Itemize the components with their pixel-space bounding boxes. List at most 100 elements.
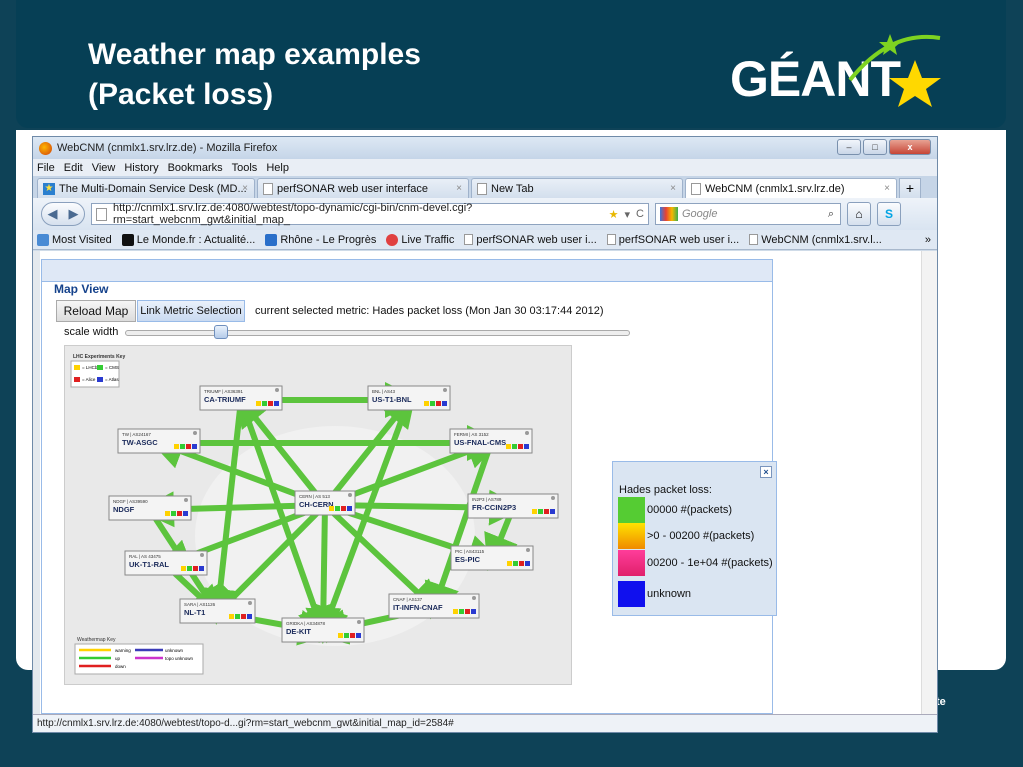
forward-arrow-icon[interactable]: ▶: [69, 206, 79, 222]
map-node-ral[interactable]: RAL | AS 43475UK-T1-RAL: [124, 550, 208, 576]
experiment-badge: [247, 614, 252, 619]
bookmarks-bar: Most Visited Le Monde.fr : Actualité... …: [33, 230, 937, 250]
bookmark-perfsonar-1[interactable]: perfSONAR web user i...: [464, 234, 597, 246]
reload-icon[interactable]: C: [636, 208, 644, 221]
map-node-pic[interactable]: PIC | AS43115ES-PIC: [450, 545, 534, 571]
tab-perfsonar[interactable]: perfSONAR web user interface ×: [257, 178, 469, 198]
wm-key-warning: warning: [115, 648, 131, 653]
experiment-badge: [347, 506, 352, 511]
map-node-cnaf[interactable]: CNAF | AS137IT-INFN-CNAF: [388, 593, 480, 619]
map-node-bnl[interactable]: BNL | AS43US-T1-BNL: [367, 385, 451, 411]
experiment-badge: [544, 509, 549, 514]
menu-edit[interactable]: Edit: [64, 162, 83, 174]
node-info-icon[interactable]: [200, 553, 204, 557]
node-info-icon[interactable]: [526, 548, 530, 552]
close-button[interactable]: x: [889, 139, 931, 155]
vertical-scrollbar[interactable]: [921, 251, 937, 714]
node-info-icon[interactable]: [193, 431, 197, 435]
experiment-badge: [518, 444, 523, 449]
url-bar[interactable]: http://cnmlx1.srv.lrz.de:4080/webtest/to…: [91, 202, 649, 226]
experiment-badge: [177, 511, 182, 516]
tab-close-icon[interactable]: ×: [456, 183, 462, 194]
back-forward-buttons[interactable]: ◀ ▶: [41, 202, 85, 226]
experiment-badge: [471, 609, 476, 614]
map-node-in2p3[interactable]: IN2P3 | AS789FR-CCIN2P3: [467, 493, 559, 519]
maximize-button[interactable]: □: [863, 139, 887, 155]
search-box[interactable]: Google ⌕: [655, 203, 841, 225]
experiment-badge: [183, 511, 188, 516]
experiment-badge: [465, 609, 470, 614]
bookmark-perfsonar-2[interactable]: perfSONAR web user i...: [606, 234, 739, 246]
bookmark-progres[interactable]: Rhône - Le Progrès: [265, 233, 376, 246]
bookmark-most-visited[interactable]: Most Visited: [37, 233, 112, 246]
search-icon[interactable]: ⌕: [828, 208, 834, 221]
experiment-badge: [506, 444, 511, 449]
node-info-icon[interactable]: [348, 493, 352, 497]
experiment-badge: [180, 444, 185, 449]
node-sublabel: NDGF | AS39590: [113, 499, 148, 504]
map-node-tw[interactable]: TW | AS24167TW-ASGC: [117, 428, 201, 454]
more-bookmarks-icon[interactable]: »: [925, 234, 931, 246]
link-metric-selection-button[interactable]: Link Metric Selection: [137, 300, 245, 322]
menu-bookmarks[interactable]: Bookmarks: [168, 162, 223, 174]
map-node-fermi[interactable]: FERMI | AS 3152US-FNAL-CMS: [449, 428, 533, 454]
node-info-icon[interactable]: [275, 388, 279, 392]
lemonde-icon: [121, 233, 134, 246]
map-link-cern-gridka[interactable]: [305, 504, 342, 644]
skype-icon[interactable]: S: [877, 202, 901, 226]
node-info-icon[interactable]: [357, 620, 361, 624]
bookmark-star-icon[interactable]: ★: [609, 208, 619, 221]
page-content: Map View Reload Map Link Metric Selectio…: [33, 251, 937, 714]
menu-view[interactable]: View: [92, 162, 116, 174]
globe-icon: [37, 233, 49, 246]
weather-map-svg[interactable]: TRIUMF | AS36391CA-TRIUMF BNL | AS43US-T1…: [65, 346, 571, 684]
tab-label: New Tab: [491, 182, 534, 195]
map-node-gridka[interactable]: GRIDKA | AS34878DE-KIT: [281, 617, 365, 643]
bookmark-lemonde[interactable]: Le Monde.fr : Actualité...: [121, 233, 255, 246]
left-gutter: [33, 251, 40, 714]
experiment-badge: [507, 561, 512, 566]
bookmark-label: Live Traffic: [401, 233, 455, 246]
weather-map[interactable]: TRIUMF | AS36391 CA-TRIUMF BNL | AS43 US-T1…: [64, 345, 572, 685]
scale-width-slider-thumb[interactable]: [213, 325, 228, 339]
node-info-icon[interactable]: [184, 498, 188, 502]
back-arrow-icon[interactable]: ◀: [48, 206, 58, 222]
menu-help[interactable]: Help: [266, 162, 289, 174]
panel-title: Map View: [54, 282, 109, 296]
scale-width-slider[interactable]: [125, 330, 630, 336]
legend-label: >0 - 00200 #(packets): [647, 529, 755, 542]
node-name: FR-CCIN2P3: [472, 503, 516, 512]
legend-swatch: [618, 580, 645, 607]
tab-mdsd[interactable]: ★ The Multi-Domain Service Desk (MD... ×: [37, 178, 255, 198]
tab-label: WebCNM (cnmlx1.srv.lrz.de): [705, 182, 845, 195]
minimize-button[interactable]: –: [837, 139, 861, 155]
node-info-icon[interactable]: [525, 431, 529, 435]
reload-map-button[interactable]: Reload Map: [56, 300, 136, 322]
menu-file[interactable]: File: [37, 162, 55, 174]
bookmark-live-traffic[interactable]: Live Traffic: [386, 233, 455, 246]
legend-close-button[interactable]: ×: [760, 466, 772, 478]
menu-history[interactable]: History: [124, 162, 158, 174]
tab-webcnm[interactable]: WebCNM (cnmlx1.srv.lrz.de) ×: [685, 178, 897, 198]
geant-logo: GÉANT: [730, 30, 950, 120]
dropdown-icon[interactable]: ▾: [625, 208, 631, 221]
map-node-triumf[interactable]: TRIUMF | AS36391CA-TRIUMF: [199, 385, 283, 411]
menu-tools[interactable]: Tools: [232, 162, 258, 174]
map-node-sara[interactable]: SARA | AS1126NL-T1: [179, 598, 256, 624]
node-info-icon[interactable]: [551, 496, 555, 500]
tab-close-icon[interactable]: ×: [242, 183, 248, 194]
home-icon[interactable]: ⌂: [847, 202, 871, 226]
tab-close-icon[interactable]: ×: [884, 183, 890, 194]
new-tab-button[interactable]: +: [899, 178, 921, 198]
url-text[interactable]: http://cnmlx1.srv.lrz.de:4080/webtest/to…: [113, 202, 648, 226]
tab-newtab[interactable]: New Tab ×: [471, 178, 683, 198]
map-node-ndgf[interactable]: NDGF | AS39590NDGF: [108, 495, 192, 521]
tab-close-icon[interactable]: ×: [670, 183, 676, 194]
bookmark-webcnm[interactable]: WebCNM (cnmlx1.srv.l...: [749, 234, 882, 246]
experiment-badge: [241, 614, 246, 619]
node-info-icon[interactable]: [472, 596, 476, 600]
node-info-icon[interactable]: [248, 601, 252, 605]
node-info-icon[interactable]: [443, 388, 447, 392]
experiment-badge: [512, 444, 517, 449]
map-node-cern[interactable]: CERN | AS 513CH-CERN: [294, 490, 356, 516]
